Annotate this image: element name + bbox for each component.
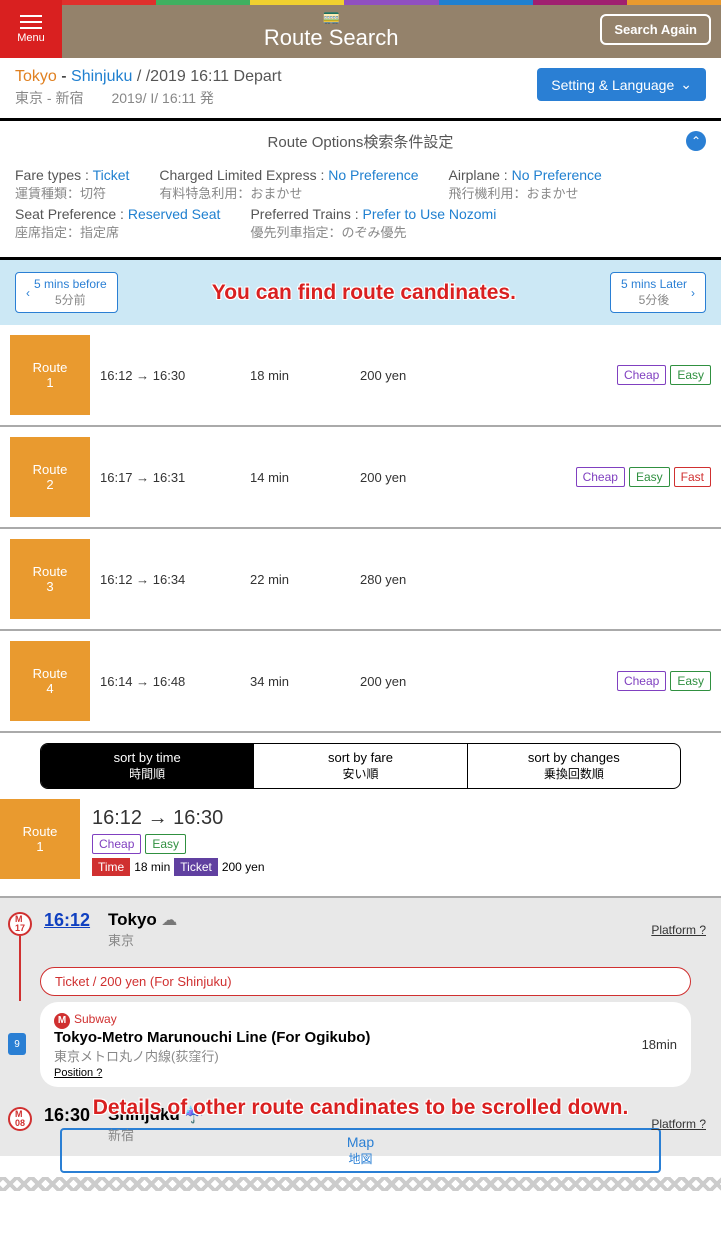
destination: Shinjuku: [71, 68, 132, 85]
weather-rain-icon: ☔: [184, 1107, 204, 1124]
option-item: Fare types : Ticket運賃種類：切符: [15, 167, 129, 202]
color-bar: [62, 0, 721, 5]
cheap-badge: Cheap: [617, 671, 666, 691]
hamburger-icon: [20, 15, 42, 29]
departure-station[interactable]: M 17 16:12 Tokyo ☁ 東京 Platform ?: [0, 898, 721, 961]
time-badge: Time: [92, 858, 130, 876]
route-card[interactable]: Route3 16:12 → 16:3422 min280 yen: [0, 529, 721, 631]
route-detail-header: Route 1 16:12 → 16:30 CheapEasy Time 18 …: [0, 799, 721, 898]
detail-time-range: 16:12 → 16:30: [92, 807, 265, 830]
route-number-badge: Route1: [10, 335, 90, 415]
option-item: Airplane : No Preference飛行機利用：おまかせ: [449, 167, 602, 202]
cheap-badge: Cheap: [617, 365, 666, 385]
position-link[interactable]: Position ?: [54, 1067, 642, 1079]
sort-option[interactable]: sort by time時間順: [41, 744, 254, 788]
route-number-badge: Route4: [10, 641, 90, 721]
settings-language-button[interactable]: Setting & Language ⌄: [537, 68, 706, 101]
sort-bar: sort by time時間順sort by fare安い順sort by ch…: [40, 743, 681, 789]
easy-badge: Easy: [629, 467, 670, 487]
depart-datetime: / /2019 16:11 Depart: [137, 68, 282, 85]
station-marker-icon: M 17: [8, 912, 32, 936]
page-title: 🚃 Route Search: [62, 8, 600, 51]
train-icon: 🚃: [322, 8, 339, 25]
collapse-icon[interactable]: ⌃: [686, 131, 706, 151]
easy-badge: Easy: [670, 671, 711, 691]
header: Menu 🚃 Route Search Search Again: [0, 0, 721, 58]
sort-option[interactable]: sort by changes乗換回数順: [468, 744, 680, 788]
platform-link[interactable]: Platform ?: [651, 923, 706, 937]
option-item: Seat Preference : Reserved Seat座席指定：指定席: [15, 206, 220, 241]
ticket-info[interactable]: Ticket / 200 yen (For Shinjuku): [40, 967, 691, 996]
earlier-button[interactable]: ‹ 5 mins before5分前: [15, 272, 118, 313]
origin: Tokyo: [15, 68, 57, 85]
cheap-badge: Cheap: [576, 467, 625, 487]
route-list: Route1 16:12 → 16:3018 min200 yenCheapEa…: [0, 325, 721, 733]
later-button[interactable]: 5 mins Later5分後 ›: [610, 272, 706, 313]
route-options-header[interactable]: Route Options検索条件設定 ⌃: [0, 121, 721, 162]
line-info[interactable]: MSubway Tokyo-Metro Marunouchi Line (For…: [40, 1002, 691, 1087]
chevron-left-icon: ‹: [26, 286, 30, 300]
route-options: Fare types : Ticket運賃種類：切符 Charged Limite…: [0, 162, 721, 260]
chevron-right-icon: ›: [691, 286, 695, 300]
metro-icon: M: [54, 1013, 70, 1029]
option-item: Charged Limited Express : No Preference有…: [159, 167, 418, 202]
route-card[interactable]: Route1 16:12 → 16:3018 min200 yenCheapEa…: [0, 325, 721, 427]
option-item: Preferred Trains : Prefer to Use Nozomi優…: [250, 206, 496, 241]
route-card[interactable]: Route4 16:14 → 16:4834 min200 yenCheapEa…: [0, 631, 721, 733]
easy-badge: Easy: [670, 365, 711, 385]
timeline: M 17 16:12 Tokyo ☁ 東京 Platform ? Ticket …: [0, 898, 721, 1156]
route-number-badge: Route 1: [0, 799, 80, 879]
chevron-down-icon: ⌄: [680, 76, 692, 93]
time-navigation: ‹ 5 mins before5分前 You can find route ca…: [0, 260, 721, 325]
ticket-badge: Ticket: [174, 858, 218, 876]
weather-cloud-icon: ☁: [161, 912, 177, 929]
segment-duration: 18min: [642, 1037, 677, 1052]
arrival-time: 16:30: [44, 1105, 96, 1126]
duration-marker: 9: [8, 1033, 26, 1055]
torn-edge: [0, 1177, 721, 1191]
arrival-station[interactable]: M 08 16:30 Shinjuku ☔ 新宿 Platform ?: [0, 1093, 721, 1156]
menu-label: Menu: [17, 32, 45, 44]
search-again-button[interactable]: Search Again: [600, 14, 711, 45]
route-summary: Tokyo - Shinjuku / /2019 16:11 Depart 東京…: [0, 58, 721, 121]
route-card[interactable]: Route2 16:17 → 16:3114 min200 yenCheapEa…: [0, 427, 721, 529]
menu-button[interactable]: Menu: [0, 0, 62, 58]
sort-option[interactable]: sort by fare安い順: [254, 744, 467, 788]
platform-link[interactable]: Platform ?: [651, 1117, 706, 1131]
easy-badge: Easy: [145, 834, 186, 854]
route-number-badge: Route2: [10, 437, 90, 517]
overlay-annotation: You can find route candinates.: [212, 281, 516, 305]
cheap-badge: Cheap: [92, 834, 141, 854]
fast-badge: Fast: [674, 467, 711, 487]
station-marker-icon: M 08: [8, 1107, 32, 1131]
departure-time: 16:12: [44, 910, 96, 931]
route-number-badge: Route3: [10, 539, 90, 619]
